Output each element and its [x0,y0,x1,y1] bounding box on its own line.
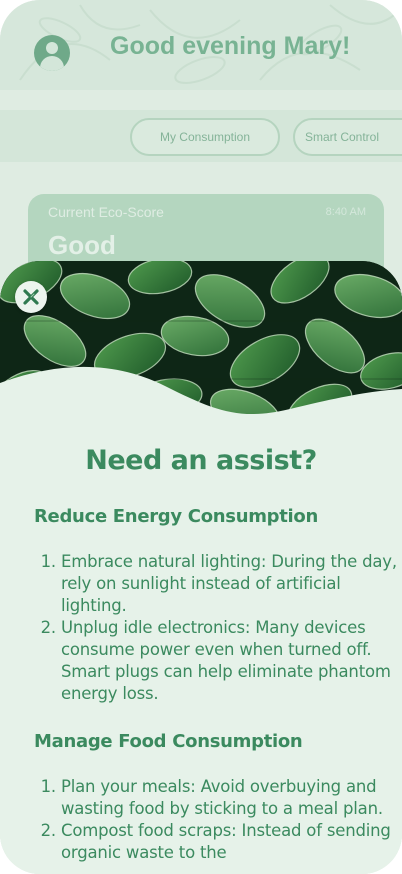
section-heading-food: Manage Food Consumption [34,731,303,752]
energy-tips-list: Embrace natural lighting: During the day… [34,551,401,705]
assist-sheet: Need an assist? Reduce Energy Consumptio… [0,261,402,874]
phone-screen: Good evening Mary! My Consumption Smart … [0,0,402,874]
wave-divider [0,366,402,441]
close-button[interactable] [15,281,47,313]
sheet-title: Need an assist? [85,445,317,476]
close-icon [23,289,39,305]
list-item: Unplug idle electronics: Many devices co… [61,617,401,705]
section-heading-energy: Reduce Energy Consumption [34,506,319,527]
list-item: Embrace natural lighting: During the day… [61,551,401,617]
food-tips-list: Plan your meals: Avoid overbuying and wa… [34,776,401,864]
list-item: Compost food scraps: Instead of sending … [61,820,401,864]
list-item: Plan your meals: Avoid overbuying and wa… [61,776,401,820]
